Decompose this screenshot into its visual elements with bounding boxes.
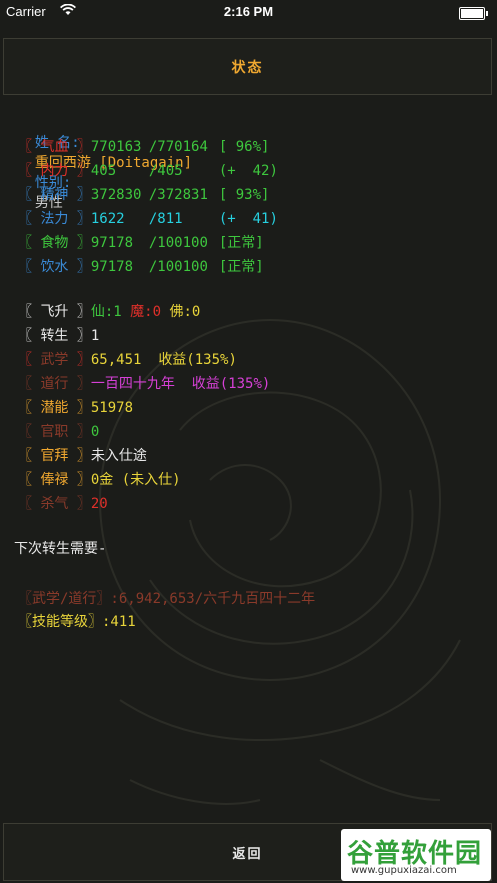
attr-row-zhuansheng: 〖 转生 〗1 — [18, 328, 100, 344]
attr-label: 潜能 — [40, 400, 69, 416]
vital-extra: [正常] — [218, 235, 264, 251]
vital-max: /811 — [148, 211, 183, 227]
bracket-close: 〗 — [68, 259, 91, 275]
vital-current: 97178 — [90, 235, 134, 251]
requirements-heading: 下次转生需要- — [14, 541, 107, 557]
vital-current: 405 — [90, 163, 117, 179]
vital-label: 精神 — [40, 187, 69, 203]
watermark-logo: 谷普软件园 www.gupuxiazai.com — [341, 829, 491, 881]
attr-bonus: 收益(135%) — [191, 376, 271, 392]
xian-value: 仙:1 — [90, 304, 122, 320]
vital-label: 饮水 — [40, 259, 69, 275]
attr-label: 官拜 — [40, 448, 69, 464]
attr-row-guanbai: 〖 官拜 〗未入仕途 — [18, 448, 147, 464]
bracket-open: 〖 — [18, 163, 41, 179]
vital-row: 〖 内力 〗405/405 (+ 42) — [18, 161, 278, 181]
attr-label: 杀气 — [40, 496, 69, 512]
vital-row: 〖 法力 〗1622/811 (+ 41) — [18, 209, 278, 229]
vital-current: 1622 — [90, 211, 125, 227]
vital-current: 372830 — [90, 187, 142, 203]
status-bar: Carrier 2:16 PM — [0, 0, 497, 28]
bracket-open: 〖 — [18, 235, 41, 251]
attr-row-fenglu: 〖 俸禄 〗0金 (未入仕) — [18, 472, 181, 488]
vital-max: /405 — [148, 163, 183, 179]
vital-row: 〖 气血 〗770163/770164 [ 96%] — [18, 137, 269, 157]
requirement-wuxue-daoxing: 〖武学/道行〗:6,942,653/六千九百四十二年 — [18, 591, 316, 607]
vital-extra: (+ 42) — [218, 163, 278, 179]
attr-value: 20 — [90, 496, 108, 512]
bracket-close: 〗 — [68, 163, 91, 179]
attr-label: 武学 — [40, 352, 69, 368]
vital-extra: [正常] — [218, 259, 264, 275]
bracket-close: 〗 — [68, 187, 91, 203]
attr-row-wuxue: 〖 武学 〗65,451 收益(135%) — [18, 352, 237, 368]
bracket-open: 〖 — [18, 187, 41, 203]
bracket-close: 〗 — [68, 235, 91, 251]
vital-label: 气血 — [40, 139, 69, 155]
vital-row: 〖 精神 〗372830/372831 [ 93%] — [18, 185, 269, 205]
watermark-url: www.gupuxiazai.com — [351, 865, 457, 876]
fo-value: 佛:0 — [169, 304, 201, 320]
attr-label: 道行 — [40, 376, 69, 392]
vital-max: /100100 — [148, 259, 208, 275]
attr-value: 0金 (未入仕) — [90, 472, 181, 488]
vital-label: 内力 — [40, 163, 69, 179]
bracket-close: 〗 — [68, 139, 91, 155]
vital-current: 770163 — [90, 139, 142, 155]
back-button[interactable]: 返回 — [232, 843, 262, 862]
attr-row-daoxing: 〖 道行 〗一百四十九年 收益(135%) — [18, 376, 271, 392]
vital-extra: [ 96%] — [218, 139, 270, 155]
vital-extra: [ 93%] — [218, 187, 270, 203]
vital-max: /100100 — [148, 235, 208, 251]
bracket-close: 〗 — [68, 211, 91, 227]
attr-label: 官职 — [40, 424, 69, 440]
vital-max: /372831 — [148, 187, 208, 203]
attr-value: 未入仕途 — [90, 448, 147, 464]
status-time: 2:16 PM — [223, 4, 274, 19]
vital-row: 〖 饮水 〗97178/100100 [正常] — [18, 257, 264, 277]
requirement-skill-level: 〖技能等级〗:411 — [18, 614, 136, 630]
vital-extra: (+ 41) — [218, 211, 278, 227]
attr-row-qianneng: 〖 潜能 〗51978 — [18, 400, 134, 416]
bracket-open: 〖 — [18, 211, 41, 227]
attr-row-feisheng: 〖 飞升 〗仙:1 魔:0 佛:0 — [18, 304, 201, 320]
vital-max: /770164 — [148, 139, 208, 155]
vital-label: 食物 — [40, 235, 69, 251]
attr-label: 俸禄 — [40, 472, 69, 488]
attr-row-shaqi: 〖 杀气 〗20 — [18, 496, 108, 512]
attr-row-guanzhi: 〖 官职 〗0 — [18, 424, 100, 440]
attr-value: 一百四十九年 — [90, 376, 175, 392]
vital-label: 法力 — [40, 211, 69, 227]
page-title: 状态 — [231, 59, 264, 76]
attr-value: 65,451 — [90, 352, 142, 368]
bracket-open: 〖 — [18, 259, 41, 275]
vital-current: 97178 — [90, 259, 134, 275]
attr-label: 飞升 — [40, 304, 69, 320]
bracket-open: 〖 — [18, 139, 41, 155]
vital-row: 〖 食物 〗97178/100100 [正常] — [18, 233, 264, 253]
attr-value: 1 — [90, 328, 100, 344]
header-bar: 状态 — [3, 38, 492, 95]
attr-label: 转生 — [40, 328, 69, 344]
attr-value: 0 — [90, 424, 100, 440]
mo-value: 魔:0 — [130, 304, 162, 320]
battery-icon — [459, 7, 488, 20]
attr-bonus: 收益(135%) — [158, 352, 237, 368]
attr-value: 51978 — [90, 400, 134, 416]
